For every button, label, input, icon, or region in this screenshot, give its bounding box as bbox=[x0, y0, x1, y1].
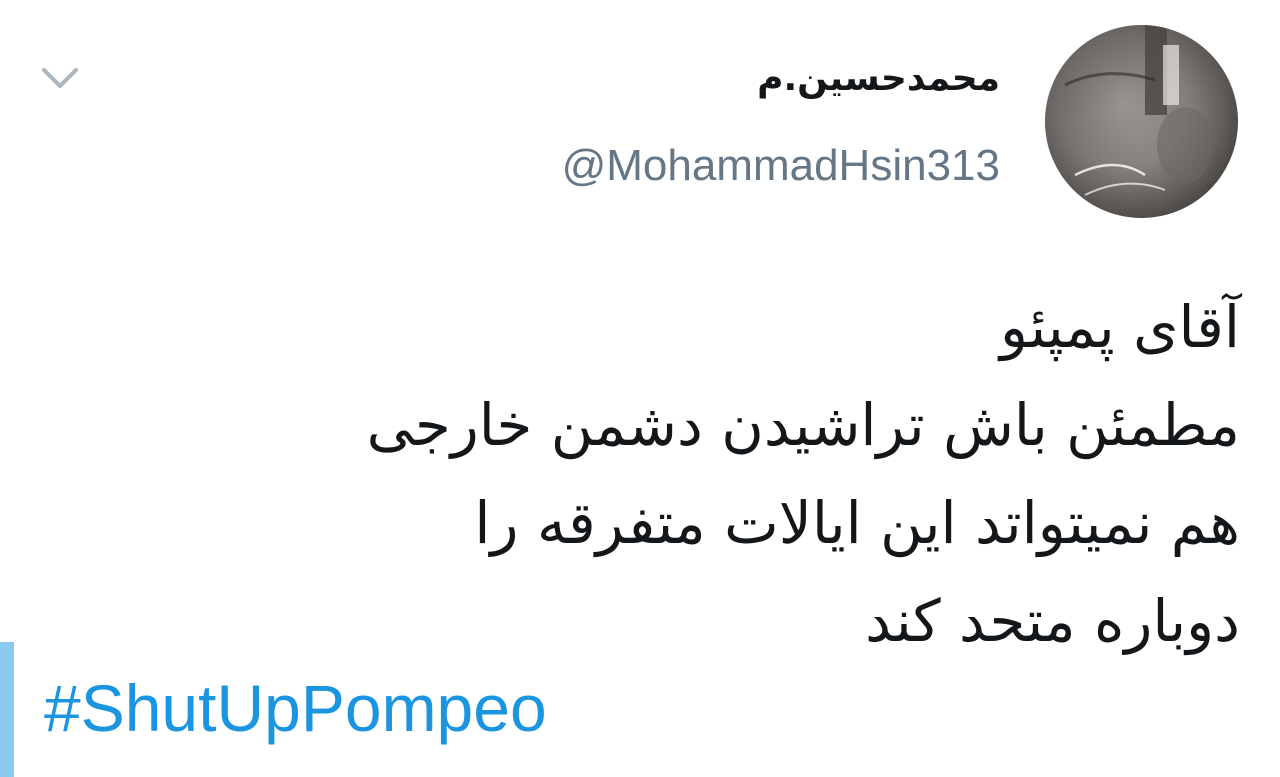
selection-accent-bar bbox=[0, 642, 14, 777]
hashtag-link[interactable]: #ShutUpPompeo bbox=[44, 668, 547, 748]
tweet-text-line: آقای پمپئو bbox=[1000, 293, 1240, 361]
author-display-name[interactable]: محمدحسین.م bbox=[757, 54, 1000, 104]
tweet-text-line: هم نمیتواتد این ایالات متفرقه را bbox=[474, 489, 1240, 557]
tweet-text-line: دوباره متحد کند bbox=[865, 587, 1240, 655]
author-handle[interactable]: @MohammadHsin313 bbox=[562, 138, 1000, 194]
tweet-text: آقای پمپئو مطمئن باش تراشیدن دشمن خارجی … bbox=[140, 278, 1240, 670]
avatar[interactable] bbox=[1045, 25, 1238, 218]
tweet-text-line: مطمئن باش تراشیدن دشمن خارجی bbox=[366, 391, 1240, 459]
tweet-card: محمدحسین.م @MohammadHsin313 آقای پمپئو م… bbox=[0, 0, 1280, 777]
chevron-down-icon[interactable] bbox=[38, 60, 82, 96]
